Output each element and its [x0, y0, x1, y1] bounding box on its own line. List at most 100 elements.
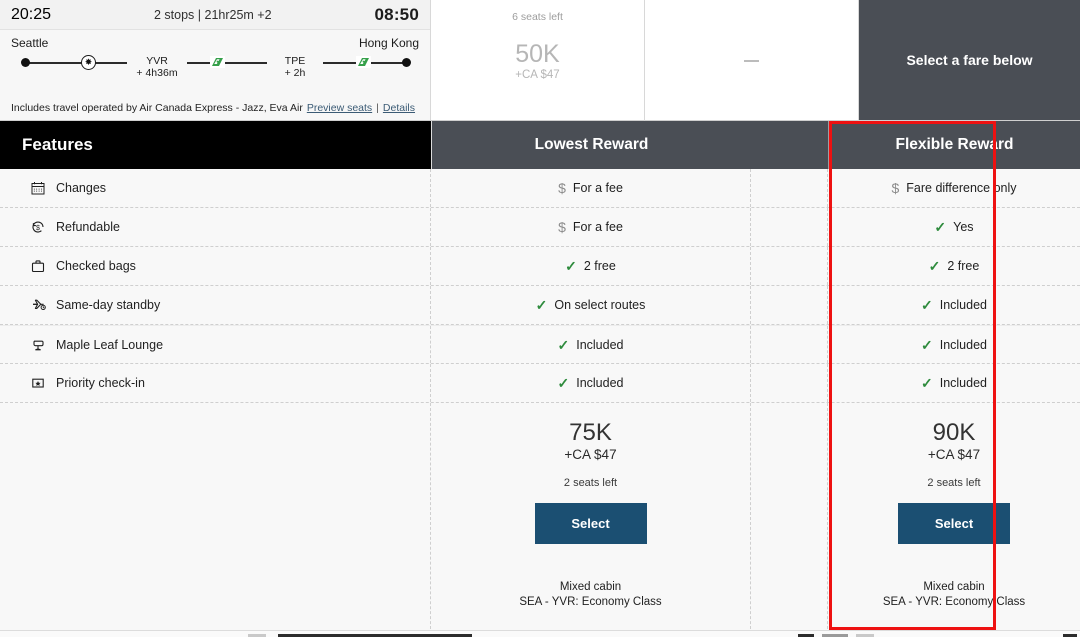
- feature-label: Changes: [56, 181, 107, 195]
- feature-cell: $ Refundable: [0, 208, 431, 246]
- value-cell-gap: [751, 286, 828, 324]
- select-fare-prompt: Select a fare below: [859, 0, 1080, 121]
- lounge-chair-icon: [30, 337, 46, 353]
- value-text: Included: [939, 298, 987, 312]
- itinerary-header: 20:25 2 stops | 21hr25m +2 08:50: [0, 0, 430, 30]
- star-badge-icon: [30, 375, 46, 391]
- check-icon: ✓: [928, 258, 941, 274]
- cabin-note-lowest: Mixed cabin SEA - YVR: Economy Class: [519, 580, 661, 610]
- top-fare-seats-left: 6 seats left: [512, 11, 563, 23]
- operated-by-note: Includes travel operated by Air Canada E…: [11, 102, 303, 114]
- feature-cell: Changes: [0, 169, 431, 207]
- value-cell-flexible: ✓ Yes: [828, 208, 1080, 246]
- value-cell-gap: [751, 208, 828, 246]
- price-area-feature-spacer: [0, 403, 431, 634]
- value-text: For a fee: [572, 220, 623, 234]
- cabin-note-flexible: Mixed cabin SEA - YVR: Economy Class: [883, 580, 1025, 610]
- value-text: Fare difference only: [906, 181, 1017, 195]
- value-cell-gap: [751, 169, 828, 207]
- fare-comparison-page: 20:25 2 stops | 21hr25m +2 08:50 Seattle…: [0, 0, 1080, 637]
- value-cell-lowest: ✓ 2 free: [431, 247, 751, 285]
- value-text: 2 free: [583, 259, 616, 273]
- suitcase-icon: [30, 258, 46, 274]
- value-text: On select routes: [554, 298, 646, 312]
- value-cell-gap: [751, 326, 828, 363]
- top-fare-cell-2[interactable]: —: [645, 0, 859, 121]
- price-fee: +CA $47: [927, 447, 981, 462]
- value-cell-flexible: ✓ 2 free: [828, 247, 1080, 285]
- route-origin-dot: [21, 58, 30, 67]
- check-icon: ✓: [921, 375, 933, 391]
- depart-time: 20:25: [11, 5, 52, 23]
- value-cell-flexible: $ Fare difference only: [828, 169, 1080, 207]
- link-separator: |: [376, 102, 379, 114]
- top-fare-cell-1[interactable]: 6 seats left 50K +CA $47: [431, 0, 645, 121]
- feature-cell: Priority check-in: [0, 364, 431, 402]
- value-cell-lowest: ✓ Included: [431, 326, 751, 363]
- cabin-note-line1: Mixed cabin: [923, 581, 985, 593]
- select-button-flexible-reward[interactable]: Select: [898, 503, 1010, 544]
- cabin-note-line2: SEA - YVR: Economy Class: [519, 596, 662, 608]
- cabin-note-line1: Mixed cabin: [559, 581, 622, 593]
- dollar-icon: $: [558, 180, 566, 196]
- stops-duration-summary: 2 stops | 21hr25m +2: [154, 7, 272, 22]
- value-text: Included: [576, 337, 624, 352]
- operated-by-note-row: Includes travel operated by Air Canada E…: [11, 102, 419, 114]
- value-cell-lowest: $ For a fee: [431, 169, 751, 207]
- price-seats-left: 2 seats left: [563, 477, 618, 489]
- air-canada-maple-leaf-icon: ✸: [81, 55, 96, 70]
- preview-seats-link[interactable]: Preview seats: [307, 102, 372, 114]
- check-icon: ✓: [934, 219, 947, 235]
- top-fare-fee: +CA $47: [515, 69, 560, 81]
- value-cell-flexible: ✓ Included: [828, 286, 1080, 324]
- stop-1: YVR + 4h36m: [127, 55, 187, 80]
- top-fare-points: 50K: [515, 40, 560, 68]
- stop-1-code: YVR: [146, 55, 168, 67]
- dollar-icon: $: [891, 180, 900, 196]
- value-cell-lowest: ✓ On select routes: [431, 286, 751, 324]
- feature-label: Priority check-in: [56, 376, 145, 390]
- feature-cell: Checked bags: [0, 247, 431, 285]
- feature-label: Checked bags: [56, 259, 136, 273]
- select-fare-prompt-label: Select a fare below: [906, 52, 1033, 68]
- feature-label: Maple Leaf Lounge: [56, 337, 164, 352]
- price-seats-left: 2 seats left: [927, 477, 981, 489]
- feature-cell: Maple Leaf Lounge: [0, 326, 431, 363]
- check-icon: ✓: [535, 297, 548, 313]
- itinerary-body: Seattle Hong Kong ✸ YVR + 4h36m TPE + 2h: [0, 30, 430, 83]
- price-fee: +CA $47: [564, 447, 617, 462]
- details-link[interactable]: Details: [383, 102, 415, 114]
- dollar-icon: $: [558, 219, 566, 235]
- price-block-flexible-reward: 90K +CA $47 2 seats left Select Mixed ca…: [828, 403, 1080, 634]
- select-button-lowest-reward[interactable]: Select: [534, 503, 647, 544]
- value-cell-gap: [751, 247, 828, 285]
- features-column-header: Features: [0, 121, 431, 169]
- value-text: 2 free: [947, 259, 980, 273]
- top-fare-unavailable-dash: —: [744, 51, 759, 69]
- value-cell-lowest: $ For a fee: [431, 208, 751, 246]
- column-header-lowest-reward[interactable]: Lowest Reward: [431, 121, 751, 169]
- price-area-gap: [751, 403, 828, 634]
- arrive-time: 08:50: [374, 4, 419, 24]
- value-text: For a fee: [572, 181, 623, 195]
- table-row: Checked bags ✓ 2 free ✓ 2 free: [0, 247, 1080, 286]
- itinerary-card[interactable]: 20:25 2 stops | 21hr25m +2 08:50 Seattle…: [0, 0, 431, 121]
- value-text: Included: [939, 376, 987, 390]
- value-cell-flexible: ✓ Included: [828, 326, 1080, 363]
- value-cell-gap: [751, 364, 828, 402]
- city-row: Seattle Hong Kong: [11, 36, 419, 50]
- check-icon: ✓: [557, 336, 570, 353]
- table-row: Maple Leaf Lounge ✓ Included ✓ Included: [0, 325, 1080, 364]
- stop-2-duration: + 2h: [284, 67, 306, 79]
- cabin-note-line2: SEA - YVR: Economy Class: [882, 596, 1026, 608]
- comparison-table-header: Features Lowest Reward Flexible Reward: [0, 121, 1080, 169]
- svg-text:$: $: [36, 225, 40, 232]
- feature-label: Refundable: [56, 220, 120, 234]
- fare-comparison-table: Features Lowest Reward Flexible Reward C…: [0, 121, 1080, 637]
- route-destination-dot: [402, 58, 411, 67]
- table-row: Priority check-in ✓ Included ✓ Included: [0, 364, 1080, 403]
- column-header-flexible-reward[interactable]: Flexible Reward: [828, 121, 1080, 169]
- table-row: Changes $ For a fee $ Fare difference on…: [0, 169, 1080, 208]
- calendar-icon: [30, 180, 46, 196]
- stop-2-code: TPE: [284, 55, 306, 67]
